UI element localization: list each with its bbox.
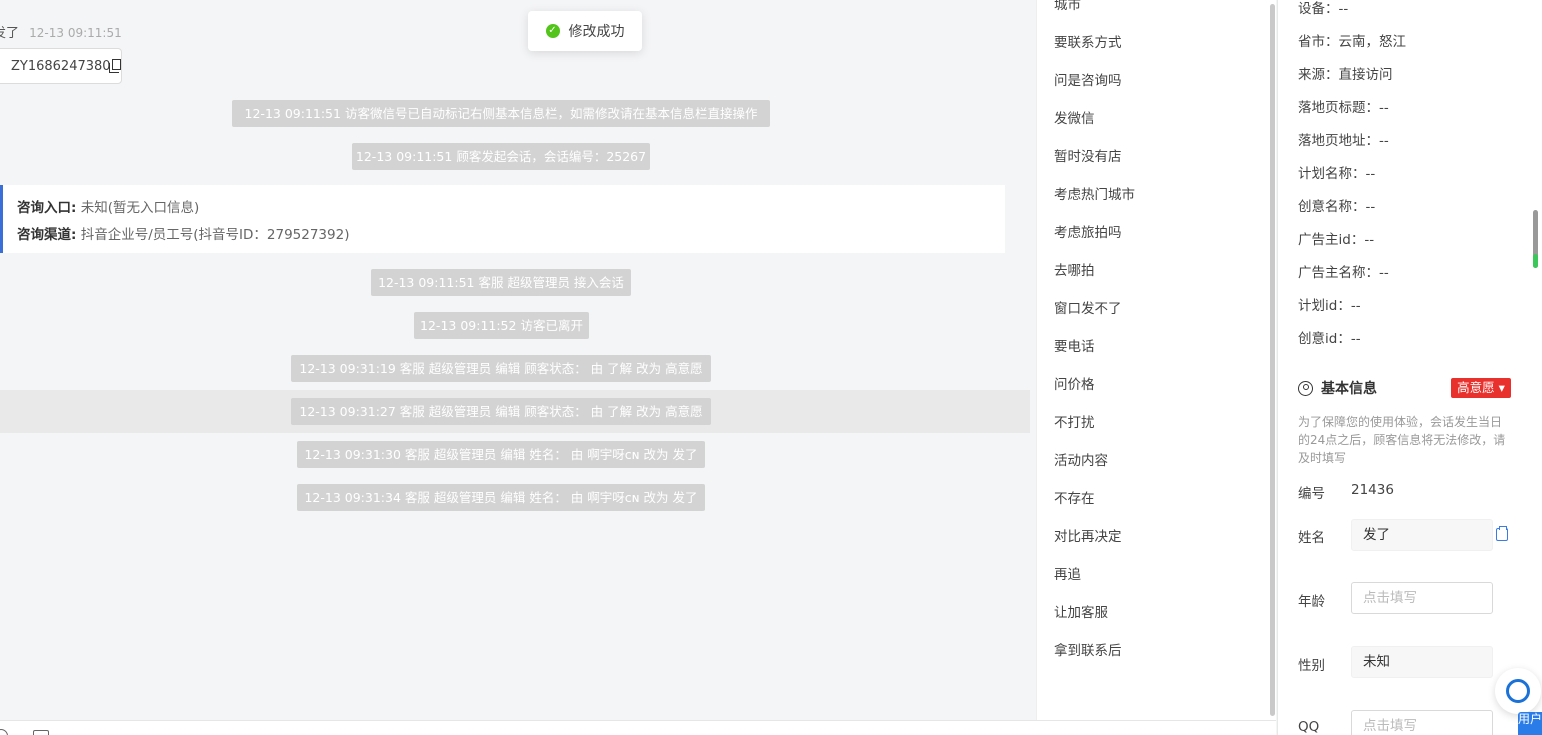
info-row-device: 设备：-- (1298, 1, 1349, 17)
info-scrollbar[interactable] (1532, 0, 1540, 515)
quick-reply-panel: 城市 要联系方式 问是咨询吗 发微信 暂时没有店 考虑热门城市 考虑旅拍吗 去哪… (1036, 0, 1276, 720)
info-row-plan-name: 计划名称：-- (1298, 166, 1376, 182)
quick-reply-item[interactable]: 对比再决定 (1054, 518, 1135, 556)
info-row-creative-name: 创意名称：-- (1298, 199, 1376, 215)
system-message: 12-13 09:11:52 访客已离开 (414, 312, 589, 339)
info-row-plan-id: 计划id：-- (1298, 298, 1361, 314)
system-message: 12-13 09:31:30 客服 超级管理员 编辑 姓名： 由 啊宇呀ᴄɴ 改… (297, 441, 705, 468)
info-row-creative-id: 创意id：-- (1298, 331, 1361, 347)
quick-reply-item[interactable]: 考虑旅拍吗 (1054, 214, 1135, 252)
consult-entry-card: 咨询入口: 未知(暂无入口信息) 咨询渠道: 抖音企业号/员工号(抖音号ID：2… (0, 185, 1005, 253)
quick-reply-item[interactable]: 要联系方式 (1054, 24, 1135, 62)
user-icon (1298, 380, 1313, 396)
input-toolbar (0, 720, 1276, 735)
name-field[interactable]: 发了 (1351, 519, 1493, 551)
section-title-text: 基本信息 (1321, 381, 1377, 397)
image-icon[interactable] (33, 730, 49, 735)
quick-reply-item[interactable]: 窗口发不了 (1054, 290, 1135, 328)
id-value: 21436 (1351, 482, 1394, 498)
system-message: 12-13 09:31:34 客服 超级管理员 编辑 姓名： 由 啊宇呀ᴄɴ 改… (297, 484, 705, 511)
copy-name-icon[interactable] (1496, 526, 1508, 541)
gender-field[interactable]: 未知 (1351, 646, 1493, 678)
channel-label: 咨询渠道: (17, 227, 77, 243)
age-label: 年龄 (1298, 594, 1325, 610)
intent-status-dropdown[interactable]: 高意愿 ▾ (1451, 378, 1511, 398)
info-row-source: 来源：直接访问 (1298, 67, 1393, 83)
system-message: 12-13 09:11:51 顾客发起会话，会话编号：25267 (352, 143, 650, 170)
success-toast: ✓ 修改成功 (528, 11, 642, 51)
help-tab[interactable]: 用户 (1518, 712, 1542, 735)
quick-reply-item[interactable]: 要电话 (1054, 328, 1135, 366)
message-bubble[interactable]: ZY1686247380 (0, 48, 122, 84)
assistant-float-button[interactable] (1495, 668, 1541, 714)
message-time: 12-13 09:11:51 (29, 26, 122, 40)
quick-reply-item[interactable]: 暂时没有店 (1054, 138, 1135, 176)
quick-reply-item[interactable]: 城市 (1054, 0, 1135, 24)
assistant-logo-icon (1506, 679, 1530, 703)
system-message: 12-13 09:11:51 访客微信号已自动标记右侧基本信息栏，如需修改请在基… (232, 100, 770, 127)
quick-reply-item[interactable]: 考虑热门城市 (1054, 176, 1135, 214)
system-message: 12-13 09:11:51 客服 超级管理员 接入会话 (371, 269, 631, 296)
quick-reply-item[interactable]: 不打扰 (1054, 404, 1135, 442)
quick-reply-item[interactable]: 活动内容 (1054, 442, 1135, 480)
entry-value: 未知(暂无入口信息) (80, 200, 200, 216)
info-row-landing-url: 落地页地址：-- (1298, 133, 1389, 149)
qq-field[interactable]: 点击填写 (1351, 710, 1493, 735)
gender-label: 性别 (1298, 658, 1325, 674)
toast-text: 修改成功 (568, 24, 625, 40)
edit-notice: 为了保障您的使用体验，会话发生当日的24点之后，顾客信息将无法修改，请及时填写 (1298, 415, 1506, 465)
scrollbar-thumb[interactable] (1533, 210, 1538, 268)
age-field[interactable]: 点击填写 (1351, 582, 1493, 614)
quick-reply-scrollbar[interactable] (1269, 0, 1276, 716)
sender-name: 发了 (0, 26, 20, 41)
customer-info-panel: 设备：-- 省市：云南，怒江 来源：直接访问 落地页标题：-- 落地页地址：--… (1277, 0, 1542, 735)
quick-reply-item[interactable]: 让加客服 (1054, 594, 1135, 632)
info-row-advertiser-id: 广告主id：-- (1298, 232, 1375, 248)
quick-reply-item[interactable]: 问价格 (1054, 366, 1135, 404)
info-row-region: 省市：云南，怒江 (1298, 34, 1406, 50)
info-row-landing-title: 落地页标题：-- (1298, 100, 1389, 116)
basic-info-title: 基本信息 (1298, 378, 1377, 398)
info-row-advertiser-name: 广告主名称：-- (1298, 265, 1389, 281)
check-icon: ✓ (545, 24, 560, 38)
system-message: 12-13 09:31:19 客服 超级管理员 编辑 顾客状态： 由 了解 改为… (291, 355, 711, 382)
entry-label: 咨询入口: (17, 200, 77, 216)
name-label: 姓名 (1298, 530, 1325, 546)
quick-reply-item[interactable]: 去哪拍 (1054, 252, 1135, 290)
qq-label: QQ (1298, 719, 1320, 735)
chat-area: 发了 12-13 09:11:51 ZY1686247380 12-13 09:… (0, 0, 1036, 720)
system-message: 12-13 09:31:27 客服 超级管理员 编辑 顾客状态： 由 了解 改为… (291, 398, 711, 425)
quick-reply-item[interactable]: 不存在 (1054, 480, 1135, 518)
quick-reply-item[interactable]: 拿到联系后 (1054, 632, 1135, 670)
quick-reply-item[interactable]: 问是咨询吗 (1054, 62, 1135, 100)
channel-value: 抖音企业号/员工号(抖音号ID：279527392) (80, 227, 350, 243)
quick-reply-item[interactable]: 再追 (1054, 556, 1135, 594)
message-header: 发了 12-13 09:11:51 (0, 22, 122, 41)
emoji-icon[interactable] (0, 729, 8, 735)
copy-icon[interactable] (108, 58, 121, 73)
id-label: 编号 (1298, 486, 1325, 502)
scrollbar-thumb[interactable] (1270, 4, 1275, 716)
message-text: ZY1686247380 (11, 58, 111, 74)
quick-reply-item[interactable]: 发微信 (1054, 100, 1135, 138)
quick-reply-list: 城市 要联系方式 问是咨询吗 发微信 暂时没有店 考虑热门城市 考虑旅拍吗 去哪… (1054, 0, 1135, 670)
